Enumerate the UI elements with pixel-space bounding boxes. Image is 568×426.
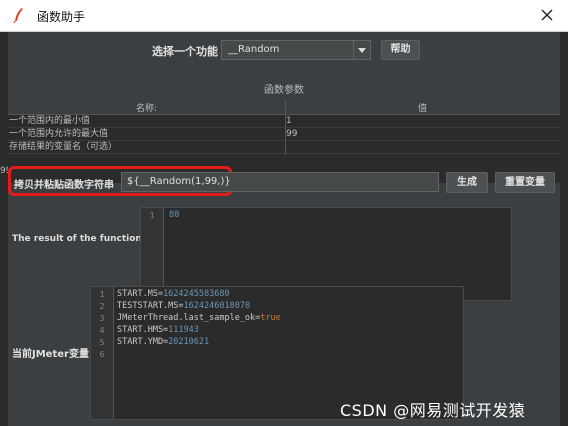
result-label: The result of the function is (12, 234, 154, 244)
copy-string-label: 拷贝并粘贴函数字符串 (14, 180, 114, 191)
param-value[interactable]: 99 (286, 128, 297, 140)
result-value[interactable]: 80 (169, 210, 179, 220)
function-helper-dialog: 函数助手 选择一个功能 __Random 帮助 函数参数 名称: 值 一个范围内… (0, 0, 568, 426)
variable-line[interactable]: JMeterThread.last_sample_ok=true (117, 313, 281, 323)
column-header-value[interactable]: 值 (285, 101, 560, 114)
feather-icon (13, 8, 23, 23)
watermark: CSDN @网易测试开发猿 (340, 401, 526, 420)
variable-line[interactable]: START.YMD=20210621 (117, 337, 209, 347)
function-select[interactable]: __Random (221, 40, 371, 60)
chevron-down-icon (358, 48, 366, 53)
param-value[interactable]: 1 (286, 115, 292, 127)
param-name: 一个范围内的最小值 (9, 116, 91, 126)
line-number: 1 (99, 290, 105, 299)
reset-variables-button[interactable]: 重置变量 (495, 172, 555, 193)
help-button[interactable]: 帮助 (381, 40, 420, 60)
line-number: 4 (99, 326, 105, 335)
function-select-value: __Random (228, 44, 280, 55)
params-title: 函数参数 (264, 85, 304, 96)
variable-line[interactable]: START.MS=1624245583680 (117, 289, 230, 299)
variable-line[interactable]: TESTSTART.MS=1624246018070 (117, 301, 250, 311)
function-select-label: 选择一个功能 (152, 45, 218, 58)
param-name: 一个范围内允许的最大值 (9, 129, 109, 139)
line-number: 5 (99, 338, 105, 347)
line-number: 6 (99, 350, 105, 359)
table-row[interactable]: 一个范围内允许的最大值 99 (8, 128, 560, 141)
table-row[interactable]: 一个范围内的最小值 1 (8, 115, 560, 128)
line-number: 1 (149, 211, 155, 220)
function-string-field[interactable]: ${__Random(1,99,)} (121, 172, 439, 192)
jmeter-variables-label: 当前JMeter变量 (12, 349, 89, 360)
line-gutter: 1 2 3 4 5 6 (91, 287, 114, 419)
variable-line[interactable]: START.HMS=111943 (117, 325, 199, 335)
table-row[interactable]: 存储结果的变量名（可选） (8, 141, 560, 154)
line-number: 3 (99, 314, 105, 323)
table-header: 名称: 值 (8, 100, 560, 115)
generate-button[interactable]: 生成 (446, 172, 488, 193)
line-number: 2 (99, 302, 105, 311)
dialog-content: 选择一个功能 __Random 帮助 函数参数 名称: 值 一个范围内的最小值 … (8, 32, 560, 426)
titlebar[interactable]: 函数助手 (0, 0, 568, 32)
column-divider (285, 100, 286, 155)
column-header-name[interactable]: 名称: (8, 101, 285, 114)
dropdown-button[interactable] (353, 41, 370, 59)
window-title: 函数助手 (37, 10, 86, 24)
param-name: 存储结果的变量名（可选） (9, 142, 118, 152)
close-icon[interactable] (538, 6, 556, 24)
